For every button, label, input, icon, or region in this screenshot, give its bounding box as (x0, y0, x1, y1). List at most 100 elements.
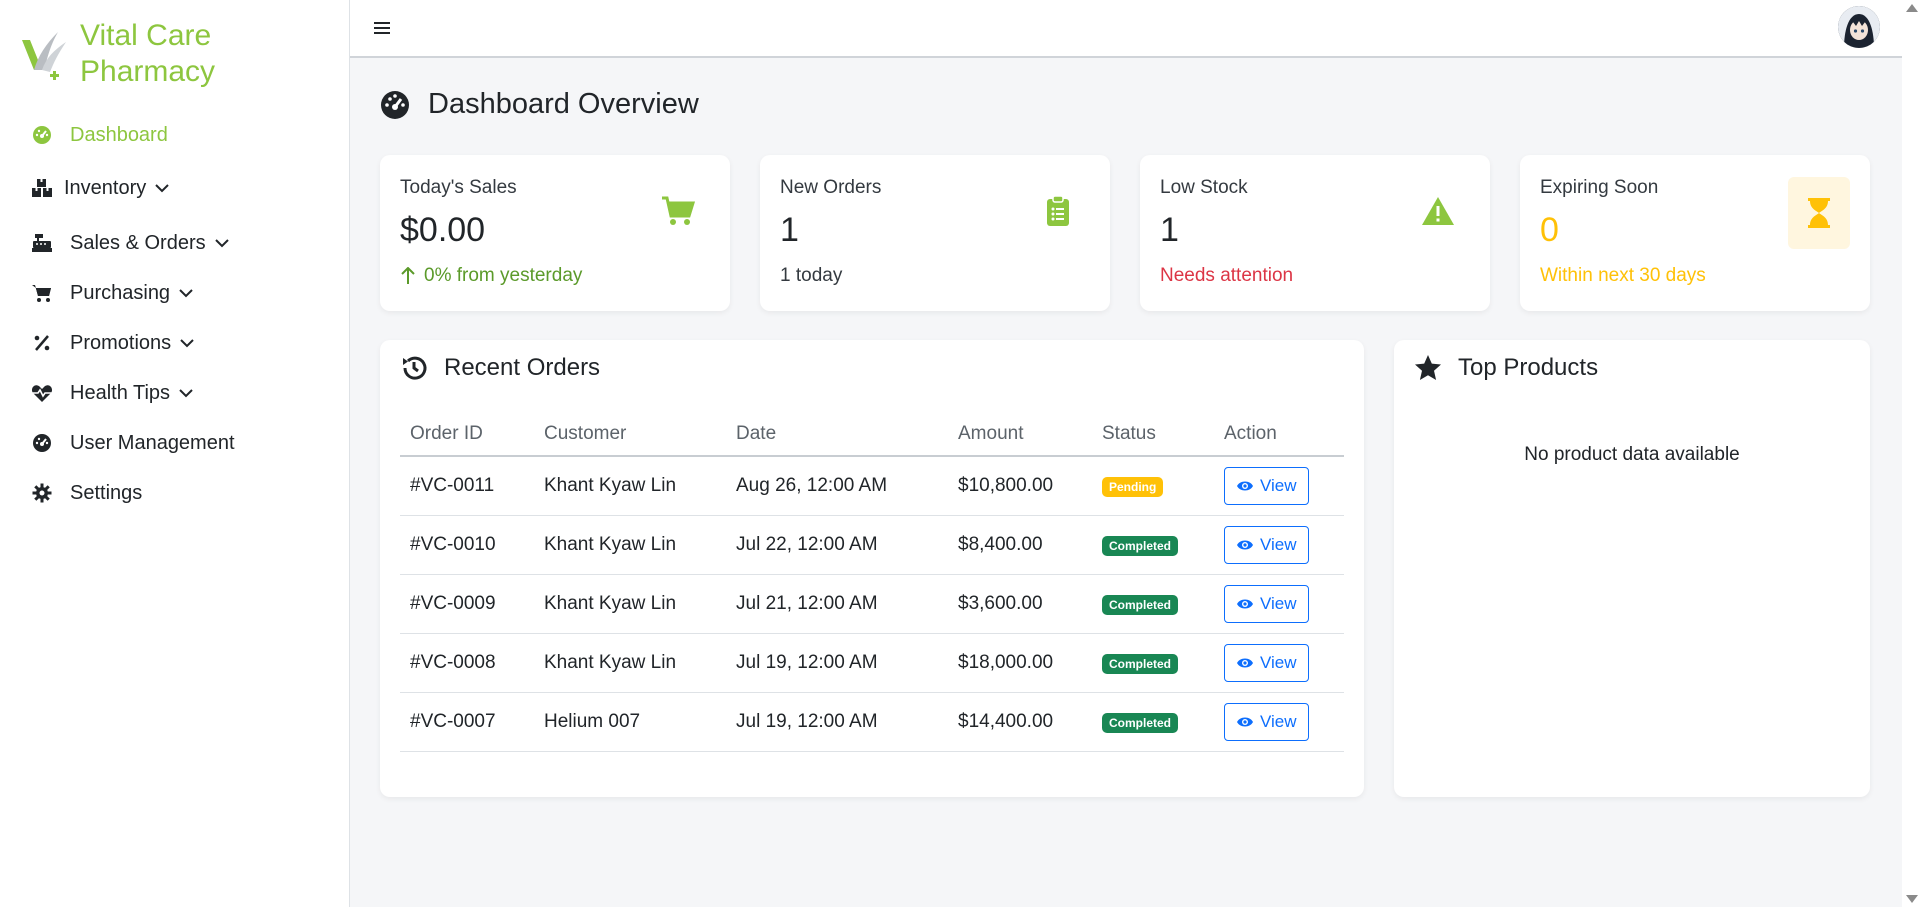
pharmacy-logo-icon (22, 32, 66, 80)
status-badge: Completed (1102, 594, 1179, 615)
recent-orders-title-text: Recent Orders (444, 354, 601, 381)
brand-name: Vital Care Pharmacy (80, 18, 215, 90)
stat-card-low-stock: Low Stock 1 Needs attention (1140, 155, 1490, 311)
order-id: #VC-0009 (400, 574, 534, 634)
sidebar-item-sales-orders[interactable]: Sales & Orders (0, 218, 349, 268)
cart-icon (660, 193, 696, 229)
gear-icon (30, 481, 54, 505)
order-date: Jul 19, 12:00 AM (726, 692, 948, 752)
page-scrollbar[interactable] (1902, 0, 1920, 907)
status-badge: Pending (1102, 476, 1164, 497)
order-amount: $10,800.00 (948, 456, 1092, 516)
column-header[interactable]: Date (726, 412, 948, 457)
view-button-label: View (1260, 593, 1297, 613)
view-button-label: View (1260, 475, 1297, 495)
eye-icon (1237, 658, 1253, 667)
column-header[interactable]: Amount (948, 412, 1092, 457)
order-customer: Helium 007 (534, 692, 726, 752)
sidebar-item-label: Promotions (70, 331, 172, 354)
order-id: #VC-0007 (400, 692, 534, 752)
view-order-button[interactable]: View (1224, 466, 1309, 505)
column-header[interactable]: Order ID (400, 412, 534, 457)
sidebar: Vital Care Pharmacy Dashboard Inventory … (0, 0, 350, 907)
order-amount: $8,400.00 (948, 515, 1092, 575)
recent-orders-title: Recent Orders (400, 354, 600, 382)
sidebar-item-inventory[interactable]: Inventory (0, 158, 349, 218)
brand-line-1: Vital Care (80, 19, 212, 52)
sidebar-item-label: Health Tips (70, 381, 171, 404)
stat-value: 1 (1160, 211, 1179, 249)
order-id: #VC-0008 (400, 633, 534, 693)
table-header-row: Order ID Customer Date Amount Status Act… (400, 412, 1344, 457)
gauge-icon (30, 431, 54, 455)
heart-pulse-icon (30, 381, 54, 405)
stat-subtext-label: 0% from yesterday (424, 265, 583, 286)
sidebar-item-dashboard[interactable]: Dashboard (0, 112, 349, 158)
order-customer: Khant Kyaw Lin (534, 574, 726, 634)
scroll-up-arrow-icon[interactable] (1906, 4, 1918, 12)
stat-card-expiring-soon: Expiring Soon 0 Within next 30 days (1520, 155, 1870, 311)
eye-icon (1237, 481, 1253, 491)
chevron-down-icon (214, 239, 229, 248)
sidebar-item-label: Purchasing (70, 281, 171, 304)
order-date: Aug 26, 12:00 AM (726, 456, 948, 516)
order-id: #VC-0011 (400, 456, 534, 516)
sidebar-item-label: User Management (70, 431, 235, 454)
table-row: #VC-0011 Khant Kyaw Lin Aug 26, 12:00 AM… (400, 456, 1344, 516)
stat-card-todays-sales: Today's Sales $0.00 0% from yesterday (380, 155, 730, 311)
gauge-icon (30, 123, 54, 147)
view-order-button[interactable]: View (1224, 702, 1309, 741)
chevron-down-icon (179, 289, 193, 298)
action-cell: View (1214, 574, 1344, 634)
status-cell: Completed (1092, 633, 1214, 693)
view-button-label: View (1260, 711, 1297, 731)
view-button-label: View (1260, 652, 1297, 672)
top-bar (350, 0, 1902, 58)
status-badge: Completed (1102, 712, 1179, 733)
view-order-button[interactable]: View (1224, 584, 1309, 623)
sidebar-item-purchasing[interactable]: Purchasing (0, 268, 349, 318)
user-avatar[interactable] (1838, 6, 1880, 48)
top-products-title-text: Top Products (1458, 354, 1599, 381)
sidebar-item-label: Settings (70, 481, 143, 504)
brand-logo-link[interactable]: Vital Care Pharmacy (20, 18, 215, 90)
column-header[interactable]: Customer (534, 412, 726, 457)
view-order-button[interactable]: View (1224, 643, 1309, 682)
top-products-empty-message: No product data available (1524, 444, 1740, 465)
page-title: Dashboard Overview (380, 88, 699, 121)
order-amount: $3,600.00 (948, 574, 1092, 634)
order-customer: Khant Kyaw Lin (534, 633, 726, 693)
chevron-down-icon (179, 389, 193, 398)
order-date: Jul 19, 12:00 AM (726, 633, 948, 693)
stat-value: $0.00 (400, 211, 486, 249)
chevron-down-icon (180, 339, 194, 348)
eye-icon (1237, 540, 1253, 549)
stat-value: 1 (780, 211, 799, 249)
stat-subtext: Within next 30 days (1540, 265, 1706, 286)
order-amount: $18,000.00 (948, 633, 1092, 693)
clipboard-list-icon (1040, 193, 1076, 229)
sidebar-item-health-tips[interactable]: Health Tips (0, 368, 349, 418)
sidebar-item-promotions[interactable]: Promotions (0, 318, 349, 368)
eye-icon (1237, 717, 1253, 726)
hamburger-icon[interactable] (374, 16, 390, 42)
column-header[interactable]: Action (1214, 412, 1344, 457)
sidebar-item-settings[interactable]: Settings (0, 468, 349, 518)
order-customer: Khant Kyaw Lin (534, 515, 726, 575)
stat-card-new-orders: New Orders 1 1 today (760, 155, 1110, 311)
scroll-down-arrow-icon[interactable] (1906, 895, 1918, 903)
top-products-title: Top Products (1414, 354, 1598, 382)
column-header[interactable]: Status (1092, 412, 1214, 457)
boxes-icon (30, 176, 54, 200)
cart-icon (30, 281, 54, 305)
order-amount: $14,400.00 (948, 692, 1092, 752)
view-order-button[interactable]: View (1224, 525, 1309, 564)
stat-value: 0 (1540, 211, 1559, 249)
stat-label: New Orders (780, 177, 882, 198)
table-row: #VC-0007 Helium 007 Jul 19, 12:00 AM $14… (400, 692, 1344, 752)
eye-icon (1237, 599, 1253, 608)
stat-subtext: 1 today (780, 265, 843, 286)
view-button-label: View (1260, 534, 1297, 554)
chevron-down-icon (155, 184, 169, 193)
sidebar-item-user-management[interactable]: User Management (0, 418, 349, 468)
